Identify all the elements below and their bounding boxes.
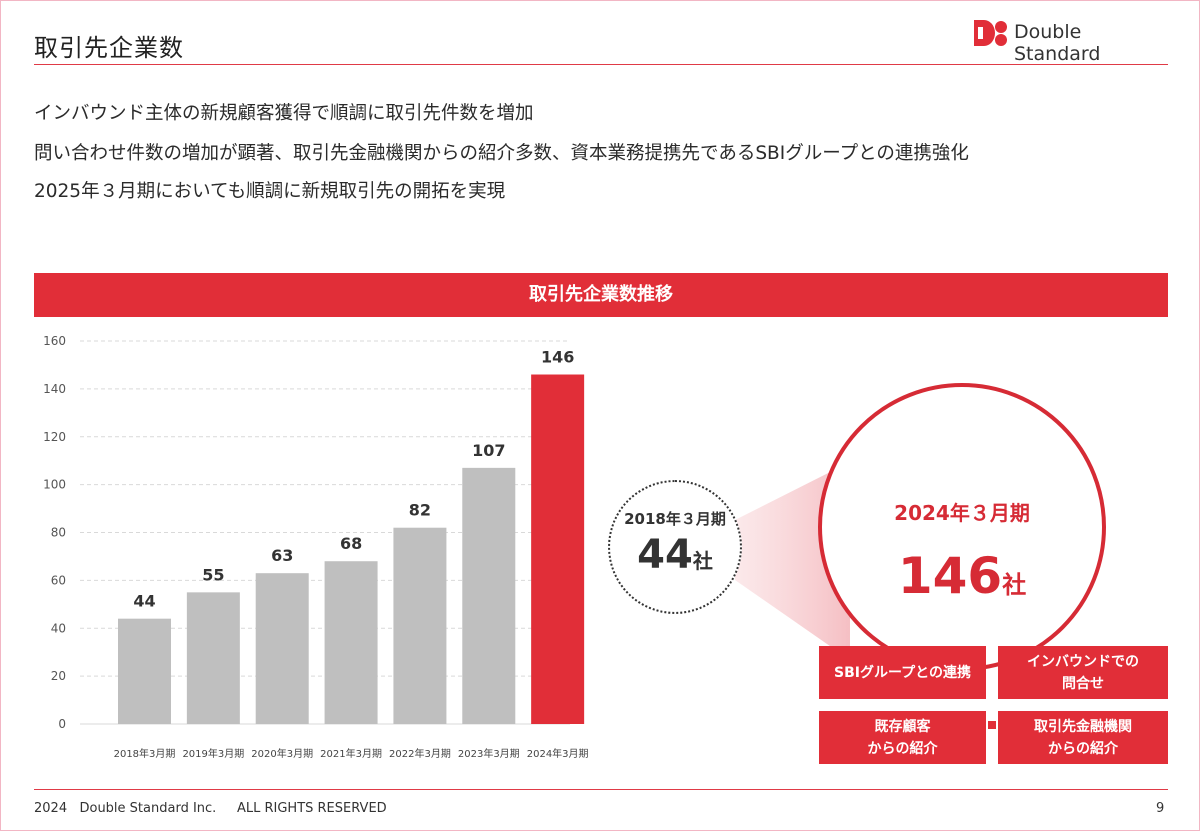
before-count-unit: 社 xyxy=(692,549,713,573)
factor-tag-sbi: SBIグループとの連携 xyxy=(819,646,986,699)
x-tick-label: 2021年3月期 xyxy=(320,747,382,760)
bar xyxy=(324,561,378,724)
data-label: 146 xyxy=(541,348,574,367)
y-tick-label: 60 xyxy=(51,573,66,587)
x-tick-label: 2022年3月期 xyxy=(389,747,451,760)
data-label: 63 xyxy=(271,546,293,565)
bar-chart: 0 20 40 60 80 100 120 140 160 44 2018年3月期 55 2019年3月… xyxy=(30,325,590,775)
after-period: 2024年３月期 xyxy=(894,501,1030,525)
after-count-value: 146 xyxy=(897,547,1003,605)
after-count-unit: 社 xyxy=(1002,571,1027,599)
x-tick-label: 2019年3月期 xyxy=(182,747,244,760)
factor-tag-inbound: インバウンドでの 問合せ xyxy=(998,646,1168,699)
factor-connector-dot xyxy=(988,721,996,729)
before-count: 44社 xyxy=(610,532,740,578)
data-label: 68 xyxy=(340,534,362,553)
x-tick-label: 2020年3月期 xyxy=(251,747,313,760)
y-tick-label: 120 xyxy=(43,430,66,444)
bar xyxy=(531,374,585,724)
bar xyxy=(462,467,516,724)
x-tick-label: 2024年3月期 xyxy=(527,747,589,760)
y-tick-label: 20 xyxy=(51,669,66,683)
footer-rule xyxy=(34,789,1168,790)
y-tick-label: 100 xyxy=(43,478,66,492)
after-count: 146社 xyxy=(822,547,1102,605)
before-count-value: 44 xyxy=(637,532,693,578)
y-tick-label: 160 xyxy=(43,334,66,348)
y-tick-label: 0 xyxy=(58,717,66,731)
y-tick-label: 140 xyxy=(43,382,66,396)
bar xyxy=(118,618,171,724)
bar xyxy=(393,527,447,724)
x-tick-label: 2023年3月期 xyxy=(458,747,520,760)
after-circle: 2024年３月期 146社 xyxy=(818,383,1106,671)
bar xyxy=(186,592,240,724)
before-circle: 2018年３月期 44社 xyxy=(608,480,742,614)
factor-tag-financial-institutions: 取引先金融機関 からの紹介 xyxy=(998,711,1168,764)
factor-tag-existing-clients: 既存顧客 からの紹介 xyxy=(819,711,986,764)
page-number: 9 xyxy=(1156,801,1165,816)
data-label: 107 xyxy=(472,441,505,460)
data-label: 82 xyxy=(409,501,431,520)
bar-chart-svg: 0 20 40 60 80 100 120 140 160 44 2018年3月期 55 2019年3月… xyxy=(43,334,589,760)
footer-copyright: 2024 Double Standard Inc. ALL RIGHTS RES… xyxy=(34,801,387,816)
y-tick-label: 40 xyxy=(51,621,66,635)
data-label: 55 xyxy=(202,565,224,584)
data-label: 44 xyxy=(133,592,155,611)
x-tick-label: 2018年3月期 xyxy=(114,747,176,760)
bar xyxy=(255,573,309,724)
y-tick-label: 80 xyxy=(51,526,66,540)
before-period: 2018年３月期 xyxy=(624,510,726,528)
